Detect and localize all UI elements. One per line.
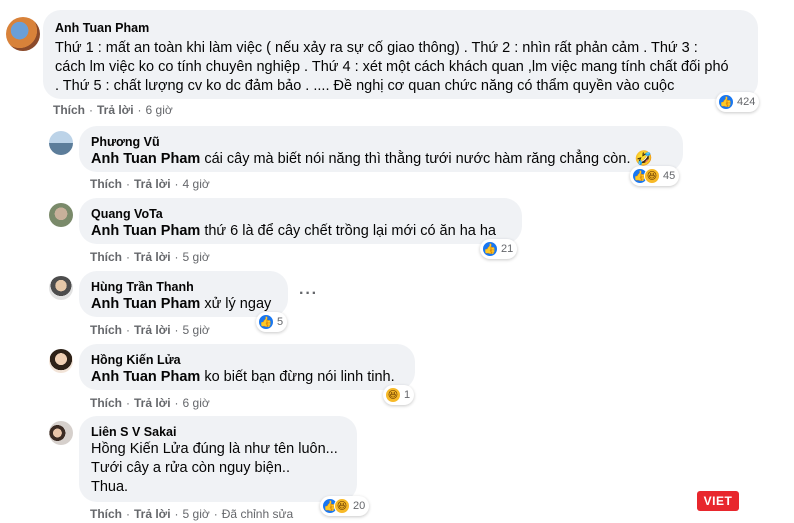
comment-text-line: Thua. <box>91 479 129 495</box>
reaction-count: 20 <box>353 500 366 512</box>
comment-actions: Thích · Trả lời · 5 giờ · Đã chỉnh sửa <box>90 507 294 521</box>
like-button[interactable]: Thích <box>90 507 122 521</box>
haha-icon: 😆 <box>334 498 350 514</box>
more-options-button[interactable]: ··· <box>299 285 318 303</box>
comment-time[interactable]: 4 giờ <box>183 177 210 191</box>
mention-link[interactable]: Anh Tuan Pham <box>91 296 200 312</box>
comment-author[interactable]: Phương Vũ <box>91 134 671 150</box>
mention-link[interactable]: Anh Tuan Pham <box>91 369 200 385</box>
comment-actions: Thích · Trả lời · 5 giờ <box>90 250 210 264</box>
comment-author[interactable]: Liên S V Sakai <box>91 424 345 440</box>
haha-icon: 😆 <box>385 387 401 403</box>
reply-button[interactable]: Trả lời <box>134 177 171 191</box>
comment-author[interactable]: Anh Tuan Pham <box>55 20 746 36</box>
reaction-summary[interactable]: 👍 5 <box>256 312 288 332</box>
avatar[interactable] <box>49 131 73 155</box>
avatar[interactable] <box>49 421 73 445</box>
avatar[interactable] <box>49 203 73 227</box>
comment-bubble: Phương Vũ Anh Tuan Pham cái cây mà biết … <box>79 126 683 172</box>
comment-text-line: cách lm việc ko co tính chuyên nghiệp . … <box>55 59 729 75</box>
comment-bubble: Liên S V Sakai Hồng Kiến Lửa đúng là như… <box>79 416 357 502</box>
mention-link[interactable]: Anh Tuan Pham <box>91 223 200 239</box>
reaction-summary[interactable]: 👍 😆 45 <box>630 166 680 186</box>
reaction-count: 1 <box>404 389 411 401</box>
comment-author[interactable]: Hùng Trần Thanh <box>91 279 276 295</box>
edited-label[interactable]: Đã chỉnh sửa <box>222 507 293 521</box>
comment-body: ko biết bạn đừng nói linh tinh. <box>200 369 395 385</box>
comment-text: Anh Tuan Pham cái cây mà biết nói năng t… <box>91 150 671 169</box>
comment-time[interactable]: 5 giờ <box>183 323 210 337</box>
avatar[interactable] <box>6 17 40 51</box>
comment-text-line: . Thứ 5 : chất lượng cv ko dc đảm bảo . … <box>55 78 675 94</box>
comment-time[interactable]: 6 giờ <box>183 396 210 410</box>
like-button[interactable]: Thích <box>90 323 122 337</box>
mention-link[interactable]: Anh Tuan Pham <box>91 151 200 167</box>
comment-time[interactable]: 6 giờ <box>146 103 173 117</box>
haha-icon: 😆 <box>644 168 660 184</box>
like-icon: 👍 <box>718 94 734 110</box>
like-button[interactable]: Thích <box>53 103 85 117</box>
comment-text: Anh Tuan Pham thứ 6 là để cây chết trồng… <box>91 222 510 241</box>
like-button[interactable]: Thích <box>90 250 122 264</box>
viet-watermark-logo: VIET <box>697 491 739 511</box>
reaction-summary[interactable]: 👍 😆 20 <box>320 496 370 516</box>
comment-text: Anh Tuan Pham xử lý ngay <box>91 295 276 314</box>
like-button[interactable]: Thích <box>90 177 122 191</box>
reaction-summary[interactable]: 👍 21 <box>480 239 518 259</box>
comment-author[interactable]: Hồng Kiến Lửa <box>91 352 403 368</box>
reaction-count: 45 <box>663 170 676 182</box>
comment-time[interactable]: 5 giờ <box>183 250 210 264</box>
reaction-count: 5 <box>277 316 284 328</box>
comment-text: Anh Tuan Pham ko biết bạn đừng nói linh … <box>91 368 403 387</box>
comment-actions: Thích · Trả lời · 6 giờ <box>53 103 173 117</box>
comment-actions: Thích · Trả lời · 4 giờ <box>90 177 210 191</box>
comment-bubble: Hùng Trần Thanh Anh Tuan Pham xử lý ngay <box>79 271 288 317</box>
reaction-count: 424 <box>737 96 756 108</box>
reply-button[interactable]: Trả lời <box>134 250 171 264</box>
comment-actions: Thích · Trả lời · 6 giờ <box>90 396 210 410</box>
comment-text-line: Hồng Kiến Lửa đúng là như tên luôn... <box>91 441 338 457</box>
comment-bubble: Anh Tuan Pham Thứ 1 : mất an toàn khi là… <box>43 10 758 99</box>
comment-body: thứ 6 là để cây chết trồng lại mới có ăn… <box>200 223 496 239</box>
comment-text-line: Tưới cây a rửa còn nguy biện.. <box>91 460 290 476</box>
comment-bubble: Hồng Kiến Lửa Anh Tuan Pham ko biết bạn … <box>79 344 415 390</box>
reaction-summary[interactable]: 👍 424 <box>716 92 760 112</box>
like-button[interactable]: Thích <box>90 396 122 410</box>
comment-text-line: Thứ 1 : mất an toàn khi làm việc ( nếu x… <box>55 40 698 56</box>
comment-author[interactable]: Quang VoTa <box>91 206 510 222</box>
reply-button[interactable]: Trả lời <box>134 323 171 337</box>
comment-body: xử lý ngay <box>200 296 272 312</box>
comment-bubble: Quang VoTa Anh Tuan Pham thứ 6 là để cây… <box>79 198 522 244</box>
like-icon: 👍 <box>258 314 274 330</box>
reply-button[interactable]: Trả lời <box>134 396 171 410</box>
like-icon: 👍 <box>482 241 498 257</box>
reply-button[interactable]: Trả lời <box>134 507 171 521</box>
avatar[interactable] <box>49 349 73 373</box>
comment-actions: Thích · Trả lời · 5 giờ <box>90 323 210 337</box>
reaction-summary[interactable]: 😆 1 <box>383 385 415 405</box>
comment-time[interactable]: 5 giờ <box>183 507 210 521</box>
reply-button[interactable]: Trả lời <box>97 103 134 117</box>
reaction-count: 21 <box>501 243 514 255</box>
comment-body: cái cây mà biết nói năng thì thằng tưới … <box>200 151 653 167</box>
avatar[interactable] <box>49 276 73 300</box>
